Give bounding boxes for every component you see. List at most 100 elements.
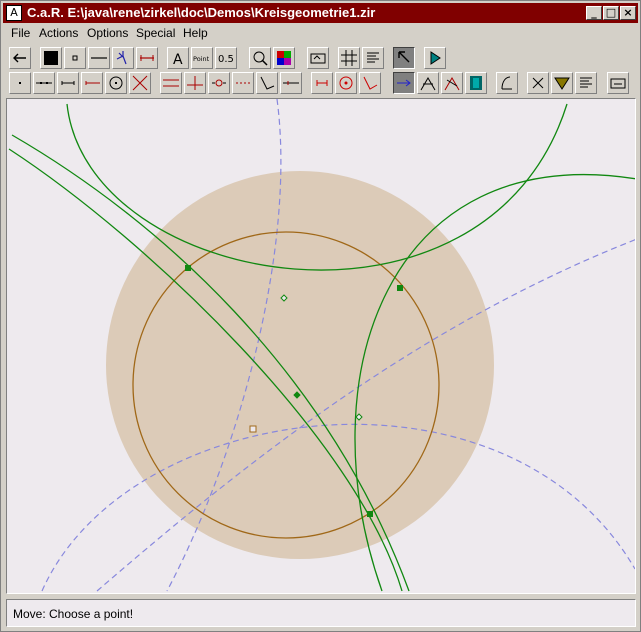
red-angle-icon <box>363 76 378 90</box>
red-circle-icon <box>339 76 353 90</box>
line-tool-button[interactable] <box>33 72 55 94</box>
drawing-canvas[interactable] <box>6 98 636 594</box>
colors-button[interactable] <box>273 47 295 69</box>
line-thickness-button[interactable] <box>88 47 110 69</box>
minimize-button[interactable]: _ <box>586 6 602 20</box>
point-bottom[interactable] <box>367 511 373 517</box>
small-point-icon <box>72 55 78 61</box>
menu-file[interactable]: File <box>11 26 30 40</box>
fixed-circle-segment-button[interactable] <box>311 72 333 94</box>
fixed-line-icon <box>283 81 299 85</box>
magnifier-icon <box>253 51 268 66</box>
show-description-button[interactable] <box>362 47 384 69</box>
point-icon <box>19 82 21 84</box>
function-icon <box>444 77 460 91</box>
dots-line-icon <box>236 82 250 84</box>
angle-icon <box>260 76 275 90</box>
color-palette-icon <box>277 51 291 65</box>
ray-tool-button[interactable] <box>81 72 103 94</box>
comment-tool-button[interactable] <box>575 72 597 94</box>
intersection-tool-button[interactable] <box>129 72 151 94</box>
parallel-tool-button[interactable] <box>160 72 182 94</box>
delete-x-icon <box>532 77 544 89</box>
status-text: Move: Choose a point! <box>13 607 134 621</box>
function-tool-button[interactable] <box>441 72 463 94</box>
list-icon <box>367 52 379 63</box>
segment-tool-button[interactable] <box>57 72 79 94</box>
perpendicular-tool-button[interactable] <box>184 72 206 94</box>
fixed-circle-tool-button[interactable] <box>335 72 357 94</box>
vector-tool-button[interactable] <box>393 72 415 94</box>
macro-button[interactable] <box>307 47 329 69</box>
title-bar: A C.a.R. E:\java\rene\zirkel\doc\Demos\K… <box>3 3 638 23</box>
line-icon <box>36 82 52 84</box>
text-a-icon: A <box>173 52 183 67</box>
angle-tool-button[interactable] <box>256 72 278 94</box>
hidden-toggle-button[interactable] <box>112 47 134 69</box>
center-point[interactable] <box>249 425 257 433</box>
point-label-icon: Point <box>193 55 210 63</box>
move-tool-button[interactable] <box>393 47 415 69</box>
menu-special[interactable]: Special <box>136 26 175 40</box>
app-icon: A <box>6 5 22 21</box>
film-icon <box>470 76 482 90</box>
macro-icon <box>310 53 326 64</box>
point-tool-button[interactable] <box>9 72 31 94</box>
decimal-button[interactable]: 0.5 <box>215 47 237 69</box>
point-top-right[interactable] <box>397 285 403 291</box>
point-top-left[interactable] <box>185 265 191 271</box>
point-label-button[interactable]: Point <box>191 47 213 69</box>
fixed-angle-red-button[interactable] <box>359 72 381 94</box>
decimal-icon: 0.5 <box>218 54 234 65</box>
svg-text:0.5: 0.5 <box>218 54 234 65</box>
maximize-button[interactable]: □ <box>603 6 619 20</box>
filled-disk <box>106 171 494 559</box>
menu-help[interactable]: Help <box>183 26 208 40</box>
comment-icon <box>580 77 592 88</box>
close-button[interactable]: × <box>620 6 636 20</box>
fixed-angle-tool-button[interactable] <box>280 72 302 94</box>
circle-tool-button[interactable] <box>105 72 127 94</box>
window-title: C.a.R. E:\java\rene\zirkel\doc\Demos\Kre… <box>27 5 376 20</box>
toolbar-top: A Point 0.5 <box>3 47 638 73</box>
play-icon <box>430 51 441 65</box>
vector-arrow-icon <box>397 79 411 87</box>
image-tool-button[interactable] <box>465 72 487 94</box>
segment-icon <box>140 55 154 61</box>
animation-button[interactable] <box>424 47 446 69</box>
text-label-button[interactable]: A <box>167 47 189 69</box>
midpoint-tool-button[interactable] <box>208 72 230 94</box>
svg-text:A: A <box>173 52 183 67</box>
segment-line-icon <box>61 81 75 85</box>
menu-options[interactable]: Options <box>87 26 128 40</box>
track-icon <box>501 76 512 90</box>
grid-snap-button[interactable] <box>249 47 271 69</box>
locus-tool-button[interactable] <box>417 72 439 94</box>
locus-icon <box>420 77 436 91</box>
edit-tool-button[interactable] <box>551 72 573 94</box>
point-size-button[interactable] <box>64 47 86 69</box>
menu-actions[interactable]: Actions <box>39 26 78 40</box>
track-tool-button[interactable] <box>496 72 518 94</box>
toolbar-construct <box>3 72 638 98</box>
geometry-drawing <box>8 99 635 592</box>
app-window: A C.a.R. E:\java\rene\zirkel\doc\Demos\K… <box>0 0 641 632</box>
fixed-segment-tool-button[interactable] <box>232 72 254 94</box>
back-arrow-icon <box>13 53 26 63</box>
macro-run-button[interactable] <box>607 72 629 94</box>
ray-icon <box>85 81 100 85</box>
edit-triangle-icon <box>554 77 570 90</box>
circle-icon <box>109 76 123 90</box>
color-black-button[interactable] <box>40 47 62 69</box>
midpoint-icon <box>212 79 226 87</box>
grid-button[interactable] <box>338 47 360 69</box>
pointer-arrow-icon <box>398 51 410 63</box>
line-thickness-icon <box>91 57 107 59</box>
grid-icon <box>341 50 357 66</box>
segment-length-button[interactable] <box>136 47 158 69</box>
delete-tool-button[interactable] <box>527 72 549 94</box>
red-segment-icon <box>316 80 328 86</box>
back-button[interactable] <box>9 47 31 69</box>
intersection-icon <box>132 75 148 91</box>
hidden-icon <box>116 51 127 65</box>
